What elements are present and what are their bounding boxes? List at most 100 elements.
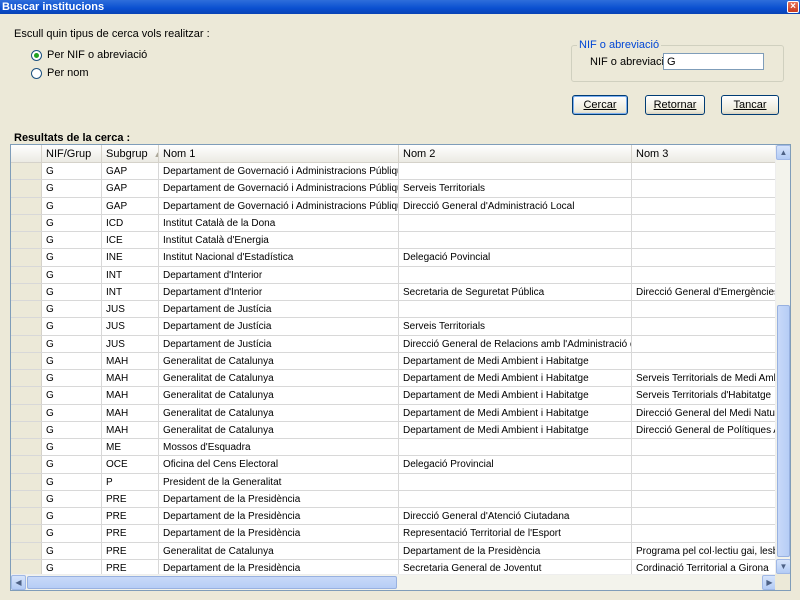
column-header-nif[interactable]: NIF/Grup (42, 145, 102, 162)
horizontal-scrollbar[interactable]: ◀ ▶ (11, 574, 777, 590)
row-selector[interactable] (11, 490, 42, 507)
row-selector[interactable] (11, 318, 42, 335)
table-cell (632, 336, 777, 352)
row-selector[interactable] (11, 525, 42, 542)
column-header-subgrup[interactable]: Subgrup▲ (102, 145, 159, 162)
table-cell: G (42, 301, 102, 318)
column-header-nom1[interactable]: Nom 1 (159, 145, 399, 162)
table-row[interactable]: G GAP Departament de Governació i Administ… (11, 163, 777, 181)
table-cell (632, 456, 777, 472)
row-selector[interactable] (11, 283, 42, 300)
results-grid[interactable]: NIF/Grup Subgrup▲ Nom 1 Nom 2 Nom 3 GGAP… (10, 144, 791, 591)
table-row[interactable]: G GAP Departament de Governació i Administ… (11, 197, 777, 215)
close-icon[interactable]: × (787, 1, 799, 13)
horizontal-scroll-thumb[interactable] (27, 576, 397, 589)
row-selector[interactable] (11, 456, 42, 473)
row-selector[interactable] (11, 542, 42, 559)
table-cell: Departament d'Interior (159, 283, 399, 300)
table-cell: Direcció General del Medi Natural (636, 407, 777, 419)
search-button[interactable]: Cercar (572, 95, 628, 115)
vertical-scrollbar[interactable]: ▲ ▼ (775, 145, 790, 574)
table-cell: Institut Català d'Energia (159, 232, 399, 249)
table-row[interactable]: G ME Mossos d'Esquadra (11, 439, 777, 457)
table-cell: Generalitat de Catalunya (159, 352, 399, 369)
column-header-nom3[interactable]: Nom 3 (632, 145, 777, 162)
row-selector[interactable] (11, 404, 42, 421)
row-selector[interactable] (11, 163, 42, 180)
row-selector[interactable] (11, 266, 42, 283)
table-cell: Direcció General de Relacions amb l'Admi… (399, 335, 632, 352)
table-row[interactable]: G MAH Generalitat de Catalunya Departament … (11, 421, 777, 439)
column-header-nom2[interactable]: Nom 2 (399, 145, 632, 162)
row-selector[interactable] (11, 249, 42, 266)
table-cell: Departament de Justícia (159, 318, 399, 335)
table-row[interactable]: G INE Institut Nacional d'Estadística Deleg… (11, 249, 777, 267)
row-selector[interactable] (11, 387, 42, 404)
row-selector[interactable] (11, 370, 42, 387)
table-row[interactable]: G MAH Generalitat de Catalunya Departament … (11, 404, 777, 422)
table-row[interactable]: G JUS Departament de Justícia (11, 301, 777, 319)
table-row[interactable]: G MAH Generalitat de Catalunya Departament … (11, 387, 777, 405)
table-cell: OCE (102, 456, 159, 473)
vertical-scroll-thumb[interactable] (777, 305, 790, 557)
radio-name[interactable]: Per nom (31, 67, 89, 79)
table-row[interactable]: G ICE Institut Català d'Energia (11, 232, 777, 250)
table-row[interactable]: G INT Departament d'Interior Secretaria de … (11, 283, 777, 301)
table-row[interactable]: G JUS Departament de Justícia Serveis Terri… (11, 318, 777, 336)
row-selector[interactable] (11, 214, 42, 231)
column-header-selector[interactable] (11, 145, 42, 162)
table-cell: JUS (102, 318, 159, 335)
row-selector[interactable] (11, 180, 42, 197)
table-cell: Serveis Territorials (399, 180, 632, 197)
table-cell (632, 353, 777, 369)
table-cell (399, 490, 632, 507)
table-row[interactable]: G P President de la Generalitat (11, 473, 777, 491)
table-cell (632, 301, 777, 317)
table-row[interactable]: G ICD Institut Català de la Dona (11, 214, 777, 232)
table-row[interactable]: G JUS Departament de Justícia Direcció Gene… (11, 335, 777, 353)
table-cell (399, 232, 632, 249)
row-selector[interactable] (11, 352, 42, 369)
table-row[interactable]: G PRE Departament de la Presidència Secreta… (11, 559, 777, 574)
table-cell (399, 214, 632, 231)
table-row[interactable]: G MAH Generalitat de Catalunya Departament … (11, 352, 777, 370)
radio-name-label[interactable]: Per nom (47, 67, 89, 79)
back-button[interactable]: Retornar (645, 95, 705, 115)
table-cell: MAH (102, 421, 159, 438)
radio-icon[interactable] (31, 67, 42, 79)
row-selector[interactable] (11, 232, 42, 249)
row-selector[interactable] (11, 508, 42, 525)
table-row[interactable]: G INT Departament d'Interior (11, 266, 777, 284)
table-cell: Departament de Justícia (159, 301, 399, 318)
table-row[interactable]: G PRE Departament de la Presidència Represe… (11, 525, 777, 543)
row-selector[interactable] (11, 197, 42, 214)
table-cell: G (42, 180, 102, 197)
nif-input[interactable] (663, 53, 764, 70)
row-selector[interactable] (11, 421, 42, 438)
scroll-up-icon[interactable]: ▲ (776, 145, 790, 160)
row-selector[interactable] (11, 559, 42, 574)
radio-nif-label[interactable]: Per NIF o abreviació (47, 49, 147, 61)
table-row[interactable]: G MAH Generalitat de Catalunya Departament … (11, 370, 777, 388)
table-row[interactable]: G GAP Departament de Governació i Administ… (11, 180, 777, 198)
row-selector[interactable] (11, 301, 42, 318)
table-cell: G (42, 370, 102, 387)
row-selector[interactable] (11, 439, 42, 456)
close-button[interactable]: Tancar (721, 95, 779, 115)
table-cell (632, 439, 777, 455)
radio-nif[interactable]: Per NIF o abreviació (31, 49, 147, 61)
table-row[interactable]: G PRE Generalitat de Catalunya Departament … (11, 542, 777, 560)
radio-icon[interactable] (31, 49, 42, 61)
table-cell: G (42, 283, 102, 300)
table-cell: G (42, 387, 102, 404)
table-row[interactable]: G PRE Departament de la Presidència (11, 490, 777, 508)
table-row[interactable]: G OCE Oficina del Cens Electoral Delegació … (11, 456, 777, 474)
table-cell (632, 318, 777, 334)
row-selector[interactable] (11, 473, 42, 490)
table-cell: Departament de la Presidència (399, 542, 632, 559)
row-selector[interactable] (11, 335, 42, 352)
scroll-left-icon[interactable]: ◀ (11, 575, 26, 590)
table-cell: Departament de la Presidència (159, 508, 399, 525)
table-row[interactable]: G PRE Departament de la Presidència Direcci… (11, 508, 777, 526)
scroll-down-icon[interactable]: ▼ (776, 559, 790, 574)
